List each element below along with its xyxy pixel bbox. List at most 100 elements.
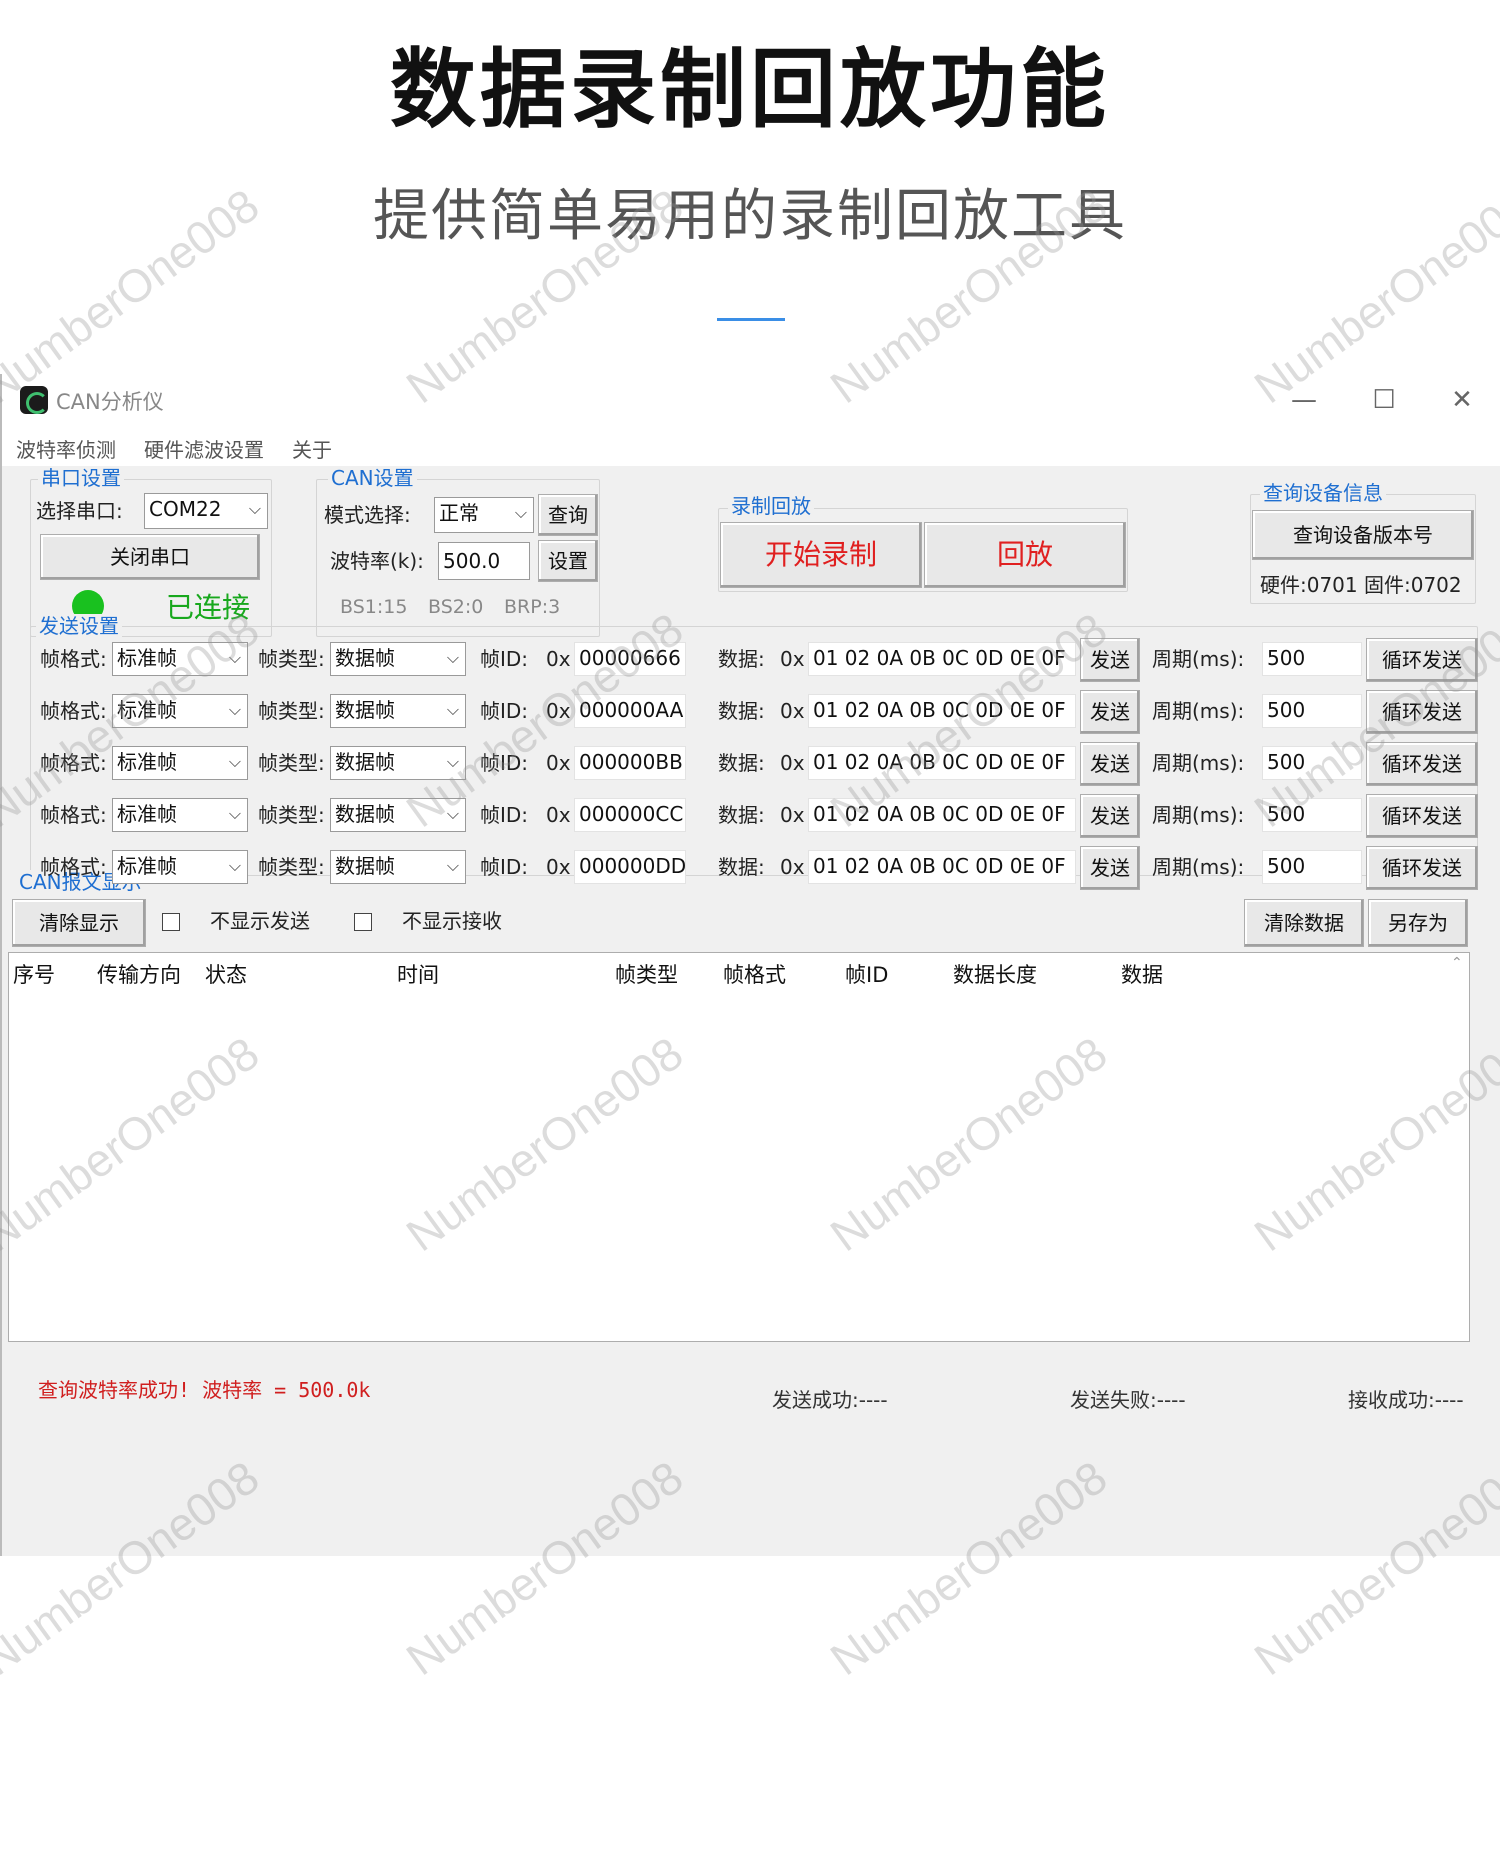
send-button[interactable]: 发送 (1080, 742, 1140, 786)
playback-button[interactable]: 回放 (924, 522, 1126, 588)
brp-value: BRP:3 (504, 596, 561, 618)
frame-format-select-value: 标准帧 (117, 854, 177, 878)
menu-about[interactable]: 关于 (292, 434, 332, 463)
data-label: 数据: (718, 647, 765, 671)
col-status[interactable]: 状态 (205, 959, 247, 989)
hide-send-checkbox[interactable] (162, 913, 180, 931)
chevron-down-icon: ⌵ (446, 700, 459, 719)
period-input[interactable]: 500 (1262, 746, 1362, 780)
chevron-down-icon: ⌵ (228, 700, 241, 719)
menu-hw-filter[interactable]: 硬件滤波设置 (144, 434, 264, 463)
minimize-icon[interactable]: — (1274, 380, 1334, 420)
frame-type-select[interactable]: 数据帧 ⌵ (330, 850, 466, 884)
query-mode-button[interactable]: 查询 (538, 494, 598, 536)
bs2-value: BS2:0 (428, 596, 484, 618)
frame-id-label: 帧ID: (480, 699, 529, 723)
cycle-send-button[interactable]: 循环发送 (1366, 638, 1478, 682)
data-hex-prefix: 0x (780, 803, 805, 827)
client-area: 串口设置 选择串口: COM22 ⌵ 关闭串口 已连接 CAN设置 模式选择: … (2, 466, 1500, 1556)
period-label: 周期(ms): (1152, 803, 1245, 827)
period-input[interactable]: 500 (1262, 850, 1362, 884)
clear-data-button[interactable]: 清除数据 (1244, 899, 1364, 947)
send-success-count: 发送成功:---- (772, 1388, 888, 1412)
maximize-icon[interactable]: ☐ (1354, 380, 1414, 420)
hide-receive-checkbox[interactable] (354, 913, 372, 931)
frame-type-select-value: 数据帧 (335, 750, 395, 774)
cycle-send-button[interactable]: 循环发送 (1366, 690, 1478, 734)
frame-format-select[interactable]: 标准帧 ⌵ (112, 850, 248, 884)
baud-input[interactable]: 500.0 (438, 542, 530, 580)
period-input[interactable]: 500 (1262, 694, 1362, 728)
port-label: 选择串口: (36, 499, 123, 523)
send-button[interactable]: 发送 (1080, 690, 1140, 734)
app-window: CAN分析仪 — ☐ ✕ 波特率侦测 硬件滤波设置 关于 串口设置 选择串口: … (0, 374, 1500, 1556)
col-data-length[interactable]: 数据长度 (953, 959, 1037, 989)
frame-format-select[interactable]: 标准帧 ⌵ (112, 694, 248, 728)
frame-type-select-value: 数据帧 (335, 698, 395, 722)
port-select[interactable]: COM22 ⌵ (144, 493, 268, 529)
can-settings-title: CAN设置 (328, 466, 417, 490)
period-label: 周期(ms): (1152, 647, 1245, 671)
cycle-send-button[interactable]: 循环发送 (1366, 846, 1478, 890)
mode-select[interactable]: 正常 ⌵ (434, 497, 534, 533)
data-hex-prefix: 0x (780, 751, 805, 775)
set-baud-button[interactable]: 设置 (538, 540, 598, 582)
frame-format-select-value: 标准帧 (117, 646, 177, 670)
query-version-button[interactable]: 查询设备版本号 (1252, 510, 1474, 560)
data-label: 数据: (718, 803, 765, 827)
frame-format-select[interactable]: 标准帧 ⌵ (112, 798, 248, 832)
frame-id-input[interactable]: 000000CC (574, 798, 686, 832)
device-info-title: 查询设备信息 (1260, 481, 1386, 505)
frame-id-label: 帧ID: (480, 855, 529, 879)
clear-display-button[interactable]: 清除显示 (12, 899, 146, 947)
col-direction[interactable]: 传输方向 (97, 959, 181, 989)
period-input[interactable]: 500 (1262, 798, 1362, 832)
data-input[interactable]: 01 02 0A 0B 0C 0D 0E 0F (808, 746, 1076, 780)
frame-type-select[interactable]: 数据帧 ⌵ (330, 694, 466, 728)
col-index[interactable]: 序号 (13, 959, 55, 989)
period-input[interactable]: 500 (1262, 642, 1362, 676)
frame-id-input[interactable]: 000000BB (574, 746, 686, 780)
frame-format-select[interactable]: 标准帧 ⌵ (112, 642, 248, 676)
chevron-down-icon: ⌵ (228, 648, 241, 667)
scroll-up-icon[interactable]: ⌃ (1451, 955, 1463, 971)
save-as-button[interactable]: 另存为 (1368, 899, 1468, 947)
send-button[interactable]: 发送 (1080, 846, 1140, 890)
chevron-down-icon: ⌵ (248, 499, 261, 518)
cycle-send-button[interactable]: 循环发送 (1366, 742, 1478, 786)
data-input[interactable]: 01 02 0A 0B 0C 0D 0E 0F (808, 694, 1076, 728)
frame-id-input[interactable]: 000000DD (574, 850, 686, 884)
close-icon[interactable]: ✕ (1432, 380, 1492, 420)
data-input[interactable]: 01 02 0A 0B 0C 0D 0E 0F (808, 850, 1076, 884)
send-button[interactable]: 发送 (1080, 794, 1140, 838)
period-label: 周期(ms): (1152, 699, 1245, 723)
frame-id-input[interactable]: 000000AA (574, 694, 686, 728)
frame-type-select[interactable]: 数据帧 ⌵ (330, 642, 466, 676)
col-frame-format[interactable]: 帧格式 (723, 959, 786, 989)
col-data[interactable]: 数据 (1121, 959, 1163, 989)
frame-format-label: 帧格式: (40, 699, 107, 723)
col-time[interactable]: 时间 (397, 959, 439, 989)
frame-id-hex-prefix: 0x (546, 855, 571, 879)
col-frame-type[interactable]: 帧类型 (615, 959, 678, 989)
frame-type-select[interactable]: 数据帧 ⌵ (330, 746, 466, 780)
frame-type-label: 帧类型: (258, 803, 325, 827)
chevron-down-icon: ⌵ (446, 752, 459, 771)
port-value: COM22 (149, 497, 222, 521)
frame-format-select[interactable]: 标准帧 ⌵ (112, 746, 248, 780)
message-list[interactable]: 序号 传输方向 状态 时间 帧类型 帧格式 帧ID 数据长度 数据 ⌃ (8, 952, 1470, 1342)
cycle-send-button[interactable]: 循环发送 (1366, 794, 1478, 838)
send-button[interactable]: 发送 (1080, 638, 1140, 682)
menu-baud-detect[interactable]: 波特率侦测 (16, 434, 116, 463)
frame-id-input[interactable]: 00000666 (574, 642, 686, 676)
receive-success-count: 接收成功:---- (1348, 1388, 1464, 1412)
start-record-button[interactable]: 开始录制 (720, 522, 922, 588)
close-port-button[interactable]: 关闭串口 (40, 534, 260, 580)
data-input[interactable]: 01 02 0A 0B 0C 0D 0E 0F (808, 642, 1076, 676)
frame-type-label: 帧类型: (258, 751, 325, 775)
frame-type-select[interactable]: 数据帧 ⌵ (330, 798, 466, 832)
data-input[interactable]: 01 02 0A 0B 0C 0D 0E 0F (808, 798, 1076, 832)
serial-group-title: 串口设置 (38, 466, 124, 490)
col-frame-id[interactable]: 帧ID (845, 959, 888, 989)
title-divider (717, 318, 785, 321)
